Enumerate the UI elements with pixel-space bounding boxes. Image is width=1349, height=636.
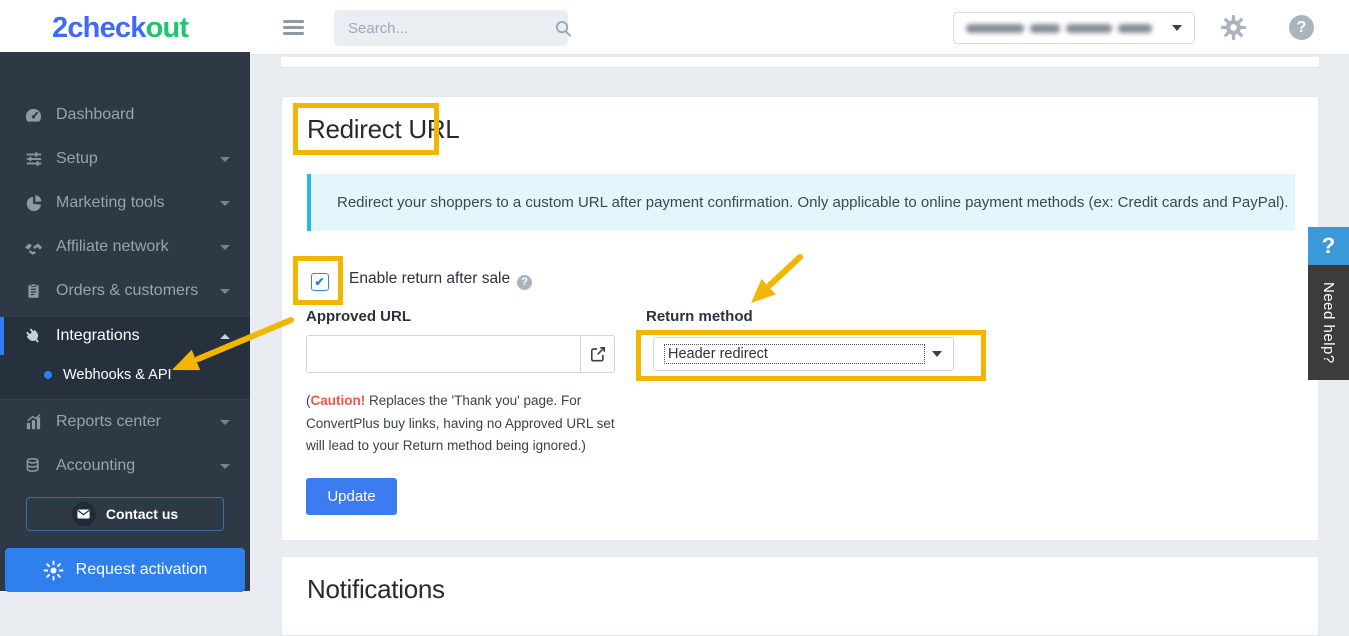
chevron-down-icon xyxy=(932,351,942,357)
page-title-redirect-url: Redirect URL xyxy=(307,114,459,145)
sidebar-item-affiliate-network[interactable]: Affiliate network xyxy=(0,225,250,269)
return-method-selected-value: Header redirect xyxy=(665,345,924,363)
request-activation-button[interactable]: Request activation xyxy=(5,548,245,592)
sidebar-item-label: Reports center xyxy=(56,413,161,431)
need-help-label: Need help? xyxy=(1320,282,1337,364)
contact-us-label: Contact us xyxy=(106,506,178,522)
sidebar-item-orders-customers[interactable]: Orders & customers xyxy=(0,269,250,313)
sliders-icon xyxy=(24,150,43,169)
sun-icon xyxy=(43,560,64,581)
account-selector[interactable] xyxy=(953,12,1195,44)
update-button[interactable]: Update xyxy=(306,478,397,515)
sidebar-item-webhooks-api[interactable]: Webhooks & API xyxy=(0,355,250,395)
chevron-up-icon xyxy=(220,334,230,339)
tooltip-help-icon[interactable]: ? xyxy=(517,275,532,290)
sidebar-item-label: Dashboard xyxy=(56,106,134,124)
coins-icon xyxy=(24,457,43,476)
gauge-icon xyxy=(24,106,43,125)
need-help-tab[interactable]: ? Need help? xyxy=(1308,227,1349,380)
info-banner-text: Redirect your shoppers to a custom URL a… xyxy=(337,194,1289,211)
previous-card-bottom xyxy=(281,57,1319,68)
sidebar-item-label: Accounting xyxy=(56,457,135,475)
approved-url-field xyxy=(306,335,615,373)
handshake-icon xyxy=(24,238,43,257)
sidebar-item-integrations[interactable]: Integrations xyxy=(0,317,250,355)
chevron-down-icon xyxy=(220,289,230,294)
gear-icon[interactable] xyxy=(1220,14,1247,46)
envelope-icon xyxy=(72,502,96,526)
chevron-down-icon xyxy=(220,157,230,162)
page-title-notifications: Notifications xyxy=(307,574,445,605)
clipboard-icon xyxy=(24,282,43,301)
approved-url-input[interactable] xyxy=(307,336,580,372)
chevron-down-icon xyxy=(220,464,230,469)
enable-return-label: Enable return after sale? xyxy=(349,270,532,290)
sidebar: Dashboard Setup Marketing tools Affiliat… xyxy=(0,52,250,591)
active-indicator-bar xyxy=(0,317,4,355)
return-method-select[interactable]: Header redirect xyxy=(653,337,954,371)
caution-note: (Caution! Replaces the 'Thank you' page.… xyxy=(306,390,628,458)
sidebar-item-reports-center[interactable]: Reports center xyxy=(0,400,250,444)
search-icon[interactable] xyxy=(555,20,572,37)
sidebar-item-accounting[interactable]: Accounting xyxy=(0,444,250,488)
hamburger-menu-icon[interactable] xyxy=(283,20,304,36)
search-bar xyxy=(334,10,568,46)
sidebar-item-label: Integrations xyxy=(56,327,140,345)
sidebar-item-label: Orders & customers xyxy=(56,282,198,300)
chevron-down-icon xyxy=(220,245,230,250)
redirect-url-card: Redirect URL Redirect your shoppers to a… xyxy=(281,96,1319,541)
sidebar-item-label: Marketing tools xyxy=(56,194,165,212)
sidebar-item-setup[interactable]: Setup xyxy=(0,137,250,181)
notifications-card: Notifications xyxy=(281,556,1319,636)
logo-text-green: out xyxy=(146,12,189,44)
sidebar-item-label: Setup xyxy=(56,150,98,168)
info-banner: Redirect your shoppers to a custom URL a… xyxy=(307,174,1295,231)
approved-url-label: Approved URL xyxy=(306,308,411,325)
logo-2checkout: 2checkout xyxy=(52,12,188,45)
search-input[interactable] xyxy=(334,20,555,37)
sidebar-item-label: Affiliate network xyxy=(56,238,169,256)
return-method-label: Return method xyxy=(646,308,753,325)
bar-chart-icon xyxy=(24,413,43,432)
chevron-down-icon xyxy=(220,420,230,425)
need-help-question-icon: ? xyxy=(1308,227,1349,265)
enable-return-checkbox[interactable] xyxy=(311,273,329,291)
pie-chart-icon xyxy=(24,194,43,213)
active-dot-icon xyxy=(44,371,52,379)
caution-word: Caution! xyxy=(311,393,366,408)
open-external-link-icon[interactable] xyxy=(580,336,614,372)
contact-us-button[interactable]: Contact us xyxy=(26,497,224,531)
sidebar-section-integrations: Integrations Webhooks & API xyxy=(0,316,250,400)
chevron-down-icon xyxy=(220,201,230,206)
sidebar-item-marketing-tools[interactable]: Marketing tools xyxy=(0,181,250,225)
account-name-redacted xyxy=(966,24,1152,33)
chevron-down-icon xyxy=(1172,25,1182,31)
request-activation-label: Request activation xyxy=(76,561,208,579)
plug-icon xyxy=(24,327,43,346)
sidebar-item-dashboard[interactable]: Dashboard xyxy=(0,93,250,137)
help-icon[interactable]: ? xyxy=(1289,15,1314,40)
sidebar-subitem-label: Webhooks & API xyxy=(63,367,172,383)
topbar: 2checkout ? xyxy=(0,0,1349,55)
need-help-label-wrap: Need help? xyxy=(1308,265,1349,380)
logo-text-blue: 2check xyxy=(52,12,146,44)
